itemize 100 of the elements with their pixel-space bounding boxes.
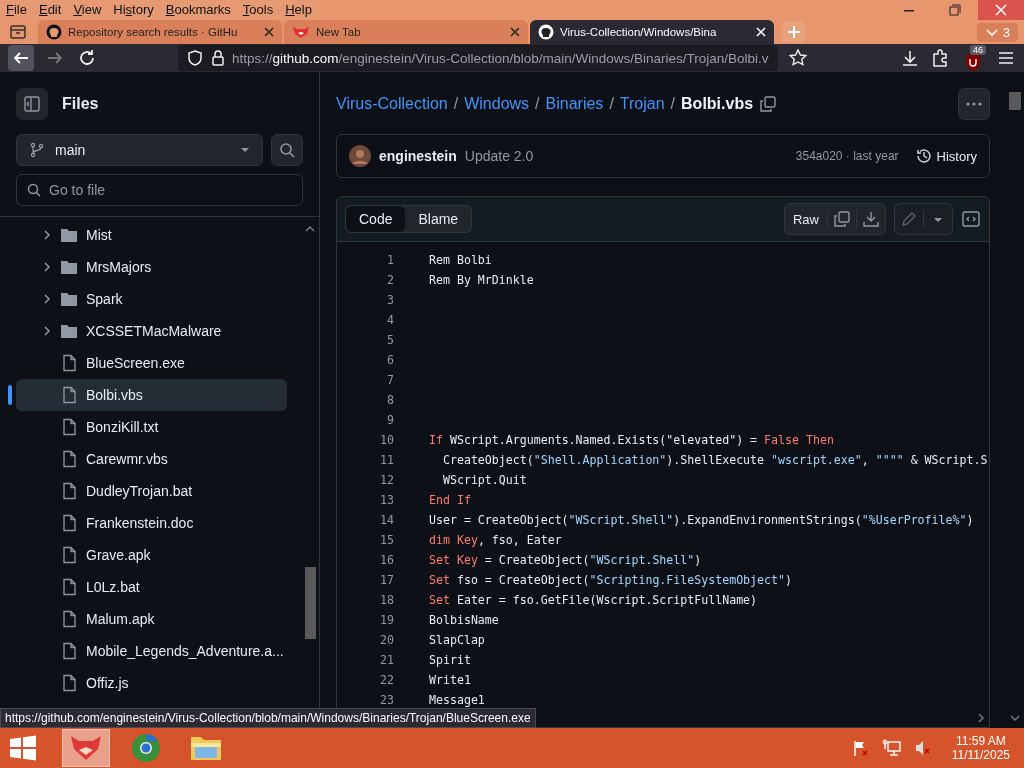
chevron-icon[interactable] bbox=[42, 230, 52, 240]
file-tree-item[interactable]: Malum.apk bbox=[16, 603, 287, 635]
scrollbar-thumb[interactable] bbox=[1009, 92, 1021, 110]
line-number: 6 bbox=[386, 353, 394, 367]
breadcrumb-link[interactable]: Binaries bbox=[545, 95, 604, 113]
file-tree-item[interactable]: XCSSETMacMalware bbox=[16, 315, 287, 347]
file-icon bbox=[60, 546, 78, 564]
file-tree-item[interactable]: Mist bbox=[16, 219, 287, 251]
line-number: 12 bbox=[379, 473, 394, 487]
line-number: 17 bbox=[379, 573, 394, 587]
scroll-up-icon[interactable] bbox=[305, 225, 315, 233]
tab-list-icon[interactable] bbox=[8, 23, 28, 41]
more-options-icon[interactable] bbox=[958, 88, 990, 120]
file-icon bbox=[60, 354, 78, 372]
browser-tab[interactable]: Virus-Collection/Windows/Bina bbox=[530, 20, 774, 44]
file-tree-item[interactable]: BonziKill.txt bbox=[16, 411, 287, 443]
clock[interactable]: 11:59 AM 11/11/2025 bbox=[951, 734, 1010, 762]
shield-icon bbox=[964, 52, 982, 72]
file-icon bbox=[60, 386, 78, 404]
code-line: Write1 bbox=[429, 673, 471, 687]
search-icon[interactable] bbox=[271, 134, 303, 166]
folder-icon bbox=[60, 323, 78, 339]
branch-selector[interactable]: main bbox=[16, 134, 263, 166]
file-icon bbox=[60, 578, 78, 596]
folder-icon bbox=[60, 259, 78, 275]
path-separator: / bbox=[535, 95, 540, 113]
browser-tab[interactable]: New Tab bbox=[284, 20, 528, 44]
history-button[interactable]: History bbox=[914, 147, 977, 165]
ublock-button[interactable]: 46 bbox=[960, 44, 986, 72]
github-logo-icon bbox=[538, 24, 554, 40]
file-tree-item[interactable]: L0Lz.bat bbox=[16, 571, 287, 603]
menu-item[interactable]: Help bbox=[279, 0, 318, 20]
line-number: 3 bbox=[386, 293, 394, 307]
go-to-file-field[interactable]: Go to file bbox=[16, 174, 303, 206]
menu-item[interactable]: History bbox=[107, 0, 160, 20]
browser-tab[interactable]: Repository search results · GitHu bbox=[38, 20, 282, 44]
branch-icon bbox=[29, 142, 45, 158]
line-number: 23 bbox=[379, 693, 394, 707]
sidebar-toggle-icon[interactable] bbox=[16, 88, 48, 120]
file-tree-item[interactable]: Offiz.js bbox=[16, 667, 287, 699]
scroll-down-icon[interactable] bbox=[1010, 714, 1020, 722]
code-line: End If bbox=[429, 493, 471, 507]
start-icon[interactable] bbox=[8, 733, 38, 763]
code-line: User = CreateObject("WScript.Shell").ExpandEnvironmentStrings("%UserProfile%") bbox=[429, 513, 974, 527]
scrollbar-thumb[interactable] bbox=[305, 567, 316, 639]
address-bar[interactable]: https://github.com/enginestein/Virus-Collection/blob/main/Windows/Binaries/Trojan/Bolbi.v bbox=[178, 45, 778, 71]
file-icon bbox=[60, 418, 78, 436]
line-number: 4 bbox=[386, 313, 394, 327]
file-tree-item[interactable]: BlueScreen.exe bbox=[16, 347, 287, 379]
taskbar-fox-app[interactable] bbox=[62, 729, 110, 767]
chevron-icon[interactable] bbox=[42, 262, 52, 272]
file-icon bbox=[60, 450, 78, 468]
symbols-icon[interactable] bbox=[961, 209, 981, 229]
file-icon bbox=[60, 610, 78, 628]
muted-speaker-icon[interactable] bbox=[913, 739, 932, 757]
file-tree-item[interactable]: Mobile_Legends_Adventure.a... bbox=[16, 635, 287, 667]
network-icon[interactable] bbox=[881, 739, 902, 757]
download-icon[interactable] bbox=[900, 48, 920, 68]
line-number: 1 bbox=[386, 253, 394, 267]
copy-icon[interactable] bbox=[759, 95, 778, 113]
back-icon[interactable] bbox=[8, 45, 34, 71]
menu-item[interactable]: View bbox=[67, 0, 108, 20]
view-tab[interactable]: Blame bbox=[405, 206, 472, 232]
avatar bbox=[349, 145, 371, 167]
breadcrumb-link[interactable]: Virus-Collection bbox=[336, 95, 448, 113]
file-tree-item[interactable]: Grave.apk bbox=[16, 539, 287, 571]
file-icon bbox=[60, 482, 78, 500]
code-line: Rem Bolbi bbox=[429, 253, 492, 267]
path-separator: / bbox=[670, 95, 676, 113]
extensions-icon[interactable] bbox=[930, 48, 950, 68]
file-tree-item[interactable]: Carewmr.vbs bbox=[16, 443, 287, 475]
commit-author[interactable]: enginestein bbox=[379, 148, 457, 164]
scroll-right-icon[interactable] bbox=[977, 713, 985, 723]
menu-item[interactable]: File bbox=[0, 0, 33, 20]
file-name: Bolbi.vbs bbox=[681, 95, 754, 113]
menu-item[interactable]: Edit bbox=[32, 0, 68, 20]
line-number: 10 bbox=[379, 433, 394, 447]
code-line: BolbisName bbox=[429, 613, 499, 627]
chevron-icon[interactable] bbox=[42, 294, 52, 304]
file-tree-item[interactable]: MrsMajors bbox=[16, 251, 287, 283]
chevron-down-icon bbox=[984, 27, 999, 37]
commit-message[interactable]: Update 2.0 bbox=[464, 148, 534, 164]
view-tab[interactable]: Code bbox=[346, 206, 406, 232]
file-tree-item[interactable]: DudleyTrojan.bat bbox=[16, 475, 287, 507]
bookmark-star-icon[interactable] bbox=[788, 48, 808, 68]
menu-item[interactable]: Tools bbox=[236, 0, 280, 20]
breadcrumb-link[interactable]: Trojan bbox=[619, 95, 665, 113]
menu-item[interactable]: Bookmarks bbox=[159, 0, 237, 20]
line-number: 19 bbox=[379, 613, 394, 627]
commit-meta[interactable]: 354a020 · last year bbox=[795, 149, 899, 163]
code-line: CreateObject("Shell.Application").ShellExecute "wscript.exe", """" & WScript.S bbox=[441, 453, 988, 467]
code-line: Set Eater = fso.GetFile(Wscript.ScriptFullName) bbox=[429, 593, 758, 607]
chevron-icon[interactable] bbox=[42, 326, 52, 336]
link-status-tooltip: https://github.com/enginestein/Virus-Collection/blob/main/Windows/Binaries/Trojan/BlueScreen.exe bbox=[0, 708, 536, 728]
line-number: 15 bbox=[379, 533, 394, 547]
path-separator: / bbox=[453, 95, 459, 113]
file-tree-item[interactable]: Spark bbox=[16, 283, 287, 315]
flag-icon[interactable] bbox=[851, 739, 870, 757]
breadcrumb-link[interactable]: Windows bbox=[464, 95, 530, 113]
file-tree-item[interactable]: Frankenstein.doc bbox=[16, 507, 287, 539]
